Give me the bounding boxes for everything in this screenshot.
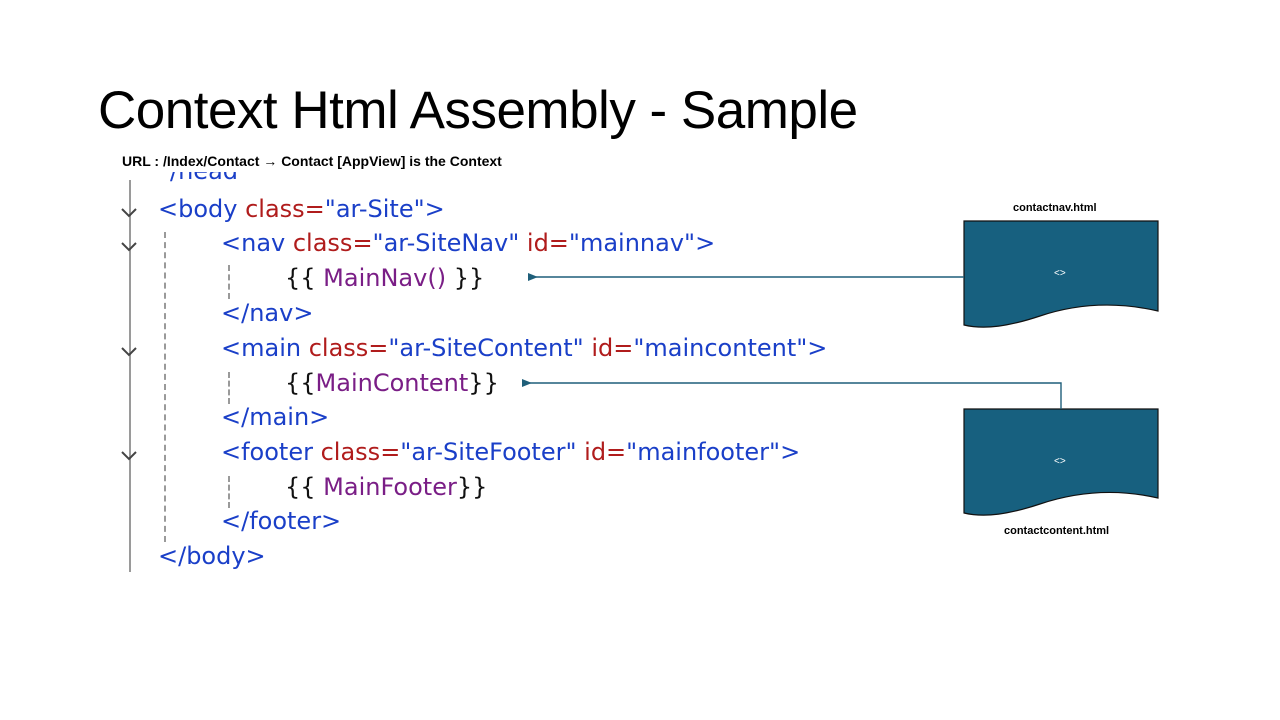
arrow-content-to-maincontent [522,379,1062,409]
content-doc-label: contactcontent.html [1004,525,1110,537]
connector-overlay [522,220,1159,516]
nav-doc-code-icon: <> [1054,268,1066,279]
nav-doc-label: contactnav.html [1013,202,1097,214]
content-doc-code-icon: <> [1054,456,1066,467]
